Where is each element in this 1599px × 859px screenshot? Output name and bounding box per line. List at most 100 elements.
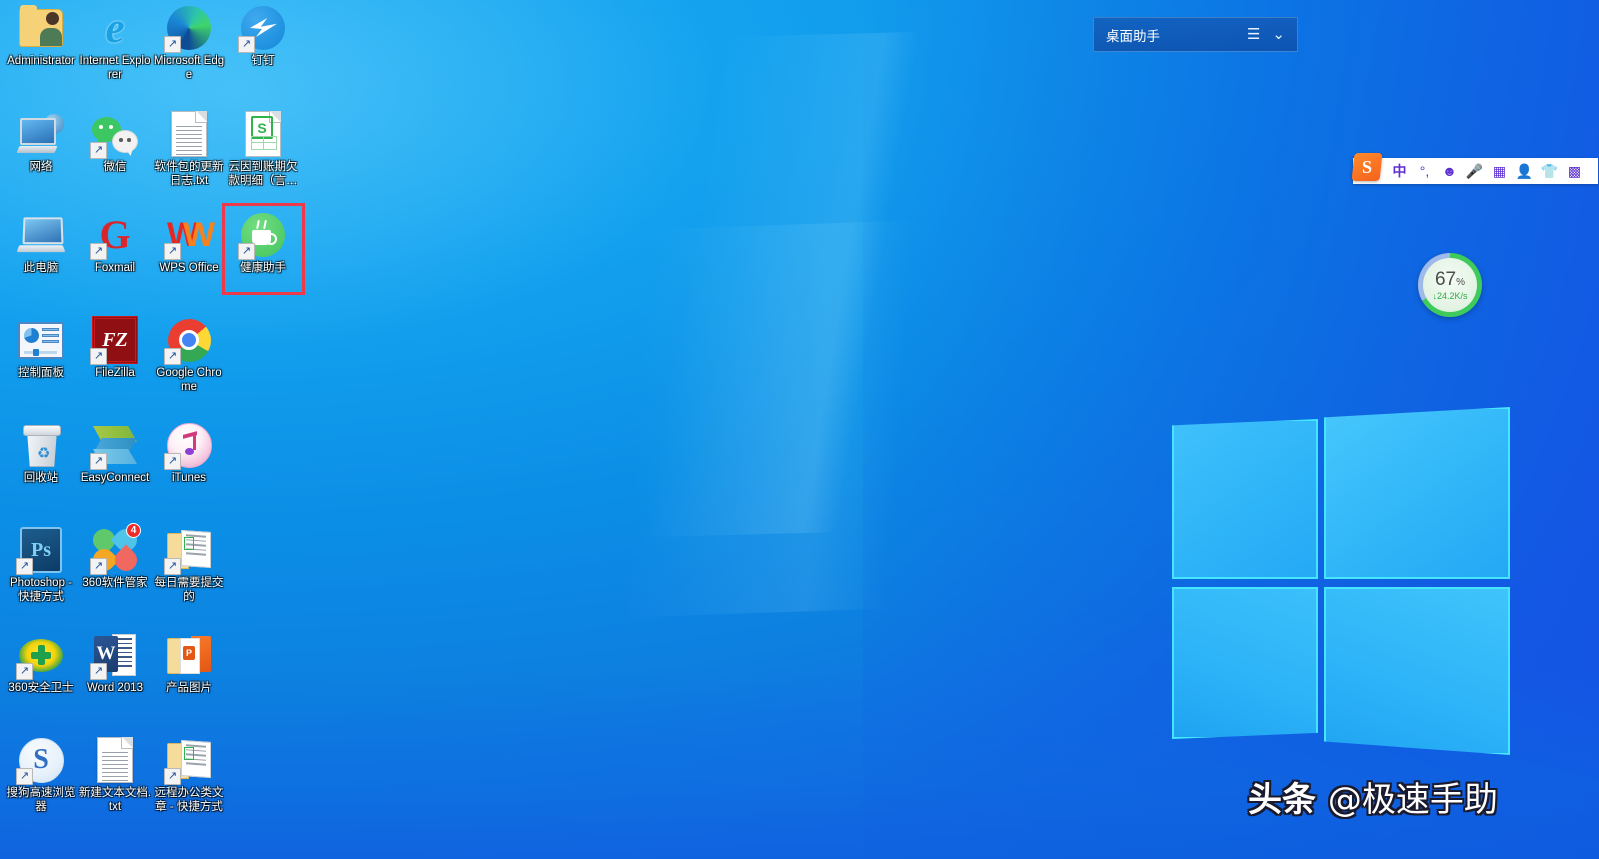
desktop-icon[interactable]: ↗ 每日需要提交的 <box>152 526 226 604</box>
desktop-icon-label: 钉钉 <box>226 55 300 69</box>
360-safe-guard-icon: ↗ <box>17 631 65 679</box>
desktop-icon[interactable]: ↗ EasyConnect <box>78 421 152 486</box>
network-icon <box>17 110 65 158</box>
desktop-icon[interactable]: ↗ Microsoft Edge <box>152 4 226 82</box>
desktop-icon-label: Photoshop - 快捷方式 <box>4 577 78 604</box>
desktop-icon[interactable]: P 产品图片 <box>152 631 226 696</box>
desktop-icon[interactable]: ↗远程办公类文章 - 快捷方式 <box>152 736 226 814</box>
toolbox-icon[interactable]: ▩ <box>1562 160 1587 182</box>
word-2013-icon: W↗ <box>91 631 139 679</box>
text-file-icon <box>91 736 139 784</box>
itunes-icon: ↗ <box>165 421 213 469</box>
desktop-icon-label: FileZilla <box>78 367 152 381</box>
sogou-ime-toolbar[interactable]: 中°,☻🎤▦👤👕▩ <box>1353 158 1598 184</box>
desktop-icon[interactable]: S云因到账期欠款明细（言… <box>226 110 300 188</box>
text-file-icon <box>165 110 213 158</box>
emoji-icon[interactable]: ☻ <box>1437 160 1462 182</box>
health-assistant-icon: ↗ <box>239 211 287 259</box>
shortcut-arrow-icon: ↗ <box>164 453 181 470</box>
desktop-icon-label: 回收站 <box>4 472 78 486</box>
user-account-icon[interactable]: 👤 <box>1512 160 1537 182</box>
hamburger-menu-icon[interactable]: ☰ <box>1247 27 1260 42</box>
desktop-icon[interactable]: 控制面板 <box>4 316 78 381</box>
chevron-down-icon[interactable]: ⌄ <box>1272 27 1285 42</box>
desktop-icon[interactable]: ↗Google Chrome <box>152 316 226 394</box>
desktop-icon[interactable]: ↗健康助手 <box>226 211 300 276</box>
shortcut-arrow-icon: ↗ <box>16 558 33 575</box>
easyconnect-icon: ↗ <box>91 421 139 469</box>
wechat-icon: ↗ <box>91 110 139 158</box>
desktop-icon-label: 网络 <box>4 161 78 175</box>
desktop-icon-label: 360安全卫士 <box>4 682 78 696</box>
desktop-icon-label: 每日需要提交的 <box>152 577 226 604</box>
desktop-icon[interactable]: FZ↗ FileZilla <box>78 316 152 381</box>
windows-logo-pane-top-left <box>1172 419 1318 579</box>
desktop-icon[interactable]: ↗4360软件管家 <box>78 526 152 591</box>
desktop-icon-label: 控制面板 <box>4 367 78 381</box>
dingtalk-icon: ↗ <box>239 4 287 52</box>
performance-gauge-inner: 67% ↓24.2K/s <box>1423 258 1477 312</box>
desktop-icon[interactable]: 网络 <box>4 110 78 175</box>
shortcut-arrow-icon: ↗ <box>90 558 107 575</box>
shortcut-arrow-icon: ↗ <box>164 243 181 260</box>
desktop-icon[interactable]: Administrator <box>4 4 78 69</box>
desktop-icon-label: Administrator <box>4 55 78 69</box>
desktop-icon[interactable]: ♻回收站 <box>4 421 78 486</box>
sogou-logo-icon[interactable]: S <box>1352 153 1383 181</box>
shortcut-arrow-icon: ↗ <box>90 243 107 260</box>
skin-icon[interactable]: 👕 <box>1537 160 1562 182</box>
shortcut-arrow-icon: ↗ <box>238 36 255 53</box>
desktop-icon[interactable]: Ps↗Photoshop - 快捷方式 <box>4 526 78 604</box>
desktop-icon[interactable]: ↗ 钉钉 <box>226 4 300 69</box>
desktop-icon[interactable]: ↗ 微信 <box>78 110 152 175</box>
watermark: 头条 @极速手助 <box>1248 772 1498 821</box>
desktop-icon[interactable]: WW↗WPS Office <box>152 211 226 276</box>
language-mode-chinese[interactable]: 中 <box>1387 160 1412 182</box>
desktop-assistant-title: 桌面助手 <box>1106 25 1235 45</box>
watermark-handle: @极速手助 <box>1328 780 1498 820</box>
360-software-manager-icon: ↗4 <box>91 526 139 574</box>
desktop-assistant-widget[interactable]: 桌面助手 ☰ ⌄ <box>1093 17 1298 52</box>
performance-percent-value: 67 <box>1435 269 1456 290</box>
desktop-icon-label: 产品图片 <box>152 682 226 696</box>
shortcut-arrow-icon: ↗ <box>90 663 107 680</box>
windows-logo-pane-top-right <box>1324 407 1510 579</box>
desktop-icon[interactable]: 软件包的更新日志.txt <box>152 110 226 188</box>
performance-gauge-widget[interactable]: 67% ↓24.2K/s <box>1418 253 1482 317</box>
shortcut-arrow-icon: ↗ <box>164 768 181 785</box>
shortcut-arrow-icon: ↗ <box>238 243 255 260</box>
desktop-icon[interactable]: G↗Foxmail <box>78 211 152 276</box>
soft-keyboard-icon[interactable]: ▦ <box>1487 160 1512 182</box>
performance-percent: 67% <box>1435 270 1465 289</box>
notification-badge: 4 <box>126 523 141 538</box>
shortcut-arrow-icon: ↗ <box>164 36 181 53</box>
desktop-icon[interactable]: 此电脑 <box>4 211 78 276</box>
desktop-icon[interactable]: 新建文本文档.txt <box>78 736 152 814</box>
wps-office-icon: WW↗ <box>165 211 213 259</box>
voice-input-icon[interactable]: 🎤 <box>1462 160 1487 182</box>
desktop-icon[interactable]: ↗ 360安全卫士 <box>4 631 78 696</box>
windows-logo-pane-bottom-left <box>1172 587 1318 739</box>
shortcut-arrow-icon: ↗ <box>16 768 33 785</box>
shortcut-arrow-icon: ↗ <box>164 558 181 575</box>
desktop-icon[interactable]: W↗Word 2013 <box>78 631 152 696</box>
windows-logo-pane-bottom-right <box>1324 587 1510 755</box>
sogou-logo-letter: S <box>1362 158 1372 176</box>
desktop-icon[interactable]: ↗ iTunes <box>152 421 226 486</box>
desktop-icon-label: Google Chrome <box>152 367 226 394</box>
desktop-icon[interactable]: eInternet Explorer <box>78 4 152 82</box>
shortcut-arrow-icon: ↗ <box>90 348 107 365</box>
desktop-icon-label: EasyConnect <box>78 472 152 486</box>
sogou-browser-icon: S↗ <box>17 736 65 784</box>
desktop-icon-label: 微信 <box>78 161 152 175</box>
punctuation-mode[interactable]: °, <box>1412 160 1437 182</box>
filezilla-icon: FZ↗ <box>91 316 139 364</box>
desktop-icon-label: 360软件管家 <box>78 577 152 591</box>
desktop-icon[interactable]: S↗搜狗高速浏览器 <box>4 736 78 814</box>
shortcut-arrow-icon: ↗ <box>90 453 107 470</box>
folder-pictures-icon: P <box>165 631 213 679</box>
desktop-icon-label: iTunes <box>152 472 226 486</box>
network-speed-label: ↓24.2K/s <box>1432 292 1467 301</box>
desktop-icon-grid: AdministratoreInternet Explorer ↗ Microsof… <box>0 0 320 859</box>
desktop-icon-label: Microsoft Edge <box>152 55 226 82</box>
